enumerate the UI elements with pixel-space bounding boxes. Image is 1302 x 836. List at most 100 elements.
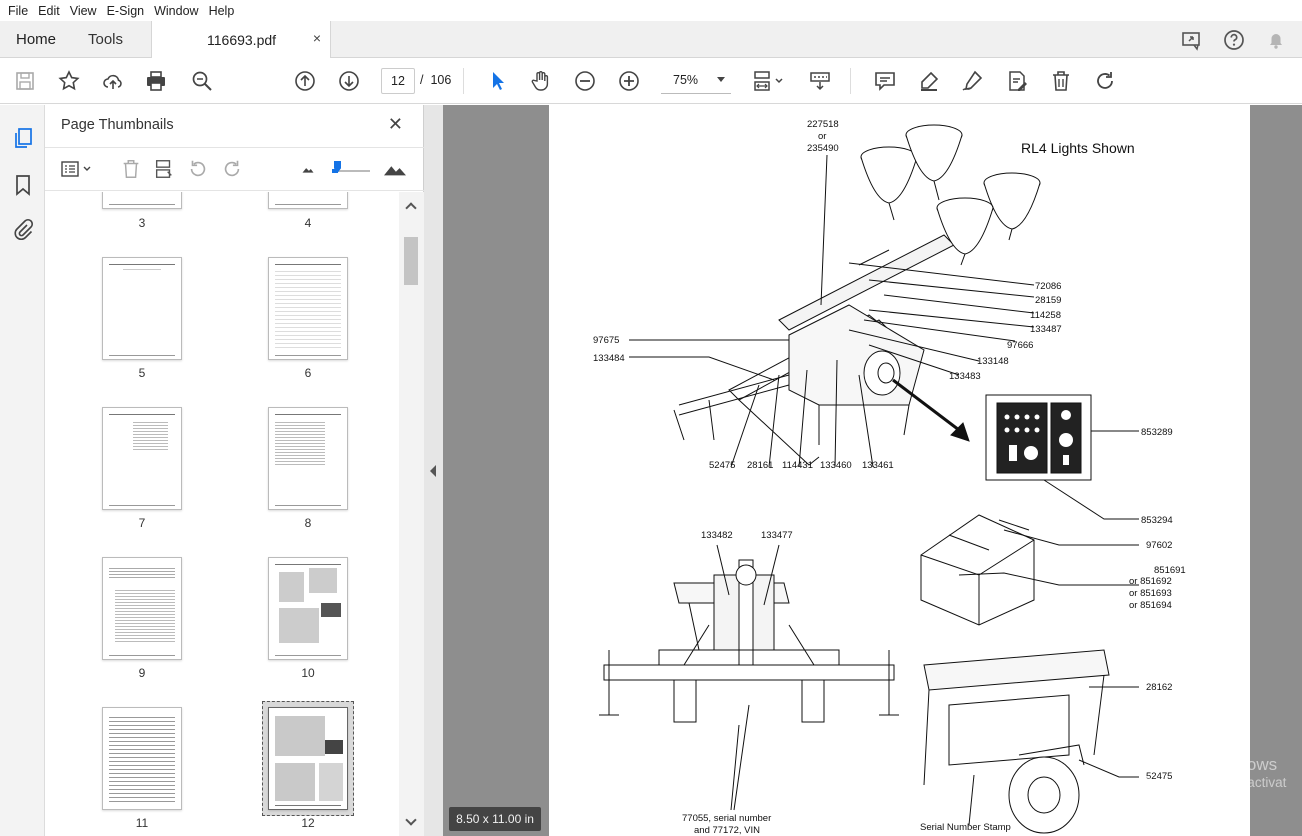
delete-page-icon[interactable] <box>120 158 142 180</box>
thumbnail-page[interactable] <box>268 407 348 510</box>
activation-watermark: Activate Windows Go to Settings to activ… <box>1143 755 1286 790</box>
thumbnail-page[interactable] <box>268 257 348 360</box>
extract-page-icon[interactable] <box>153 158 175 180</box>
menu-window[interactable]: Window <box>154 4 198 18</box>
page-fit-icon[interactable] <box>752 69 786 93</box>
scrollbar-thumb[interactable] <box>404 237 418 285</box>
select-cursor-icon[interactable] <box>486 69 510 93</box>
part-number-label: 133477 <box>761 530 793 541</box>
tab-bar: Home Tools 116693.pdf × <box>0 21 1302 58</box>
watermark-line-1: Activate Windows <box>1143 755 1278 774</box>
highlight-pen-icon[interactable] <box>917 69 941 93</box>
panel-splitter[interactable] <box>424 105 443 836</box>
thumbnail-label: 5 <box>138 366 146 380</box>
large-thumbnails-icon[interactable] <box>382 158 408 180</box>
comment-icon[interactable] <box>873 69 897 93</box>
next-page-icon[interactable] <box>337 69 361 93</box>
notification-bell-icon[interactable] <box>1264 28 1288 52</box>
thumbnail-page[interactable] <box>102 192 182 209</box>
thumbnail-page-current[interactable] <box>268 707 348 810</box>
part-number-label: 72086 <box>1035 281 1061 292</box>
draw-tool-icon[interactable] <box>960 69 984 93</box>
save-icon[interactable] <box>13 69 37 93</box>
options-menu-icon[interactable] <box>60 158 94 180</box>
part-number-label: 97666 <box>1007 340 1033 351</box>
rotate-cw-icon[interactable] <box>221 158 243 180</box>
thumbnail-label: 3 <box>138 216 146 230</box>
document-tab-title: 116693.pdf <box>207 32 277 48</box>
thumbnail-label: 12 <box>301 816 315 830</box>
menu-esign[interactable]: E-Sign <box>107 4 145 18</box>
scroll-mode-icon[interactable] <box>808 69 832 93</box>
tab-document[interactable]: 116693.pdf × <box>151 21 331 58</box>
part-number-label: 133460 <box>820 460 852 471</box>
zoom-level-value: 75% <box>673 73 699 87</box>
print-icon[interactable] <box>144 69 168 93</box>
serial-note: and 77172, VIN <box>694 825 760 836</box>
redo-rotate-icon[interactable] <box>1093 69 1117 93</box>
serial-note: 77055, serial number <box>682 813 771 824</box>
part-number-label: 114431 <box>782 460 813 471</box>
watermark-line-2: Go to Settings to activat <box>1143 775 1287 790</box>
part-number-label: or 851693 <box>1129 588 1172 599</box>
menu-bar: File Edit View E-Sign Window Help <box>0 0 1302 21</box>
thumbnail-page[interactable] <box>102 707 182 810</box>
menu-view[interactable]: View <box>70 4 97 18</box>
page-total-count: 106 <box>430 73 452 87</box>
thumbnail-list: 3 4 5 6 7 8 9 10 11 12 <box>45 192 399 836</box>
attachments-paperclip-icon[interactable] <box>11 218 35 242</box>
page-thumbnails-icon[interactable] <box>11 126 35 150</box>
page-size-indicator: 8.50 x 11.00 in <box>449 807 541 831</box>
zoom-search-icon[interactable] <box>190 69 214 93</box>
part-number-label: 133487 <box>1030 324 1062 335</box>
thumbnail-page[interactable] <box>268 557 348 660</box>
drawing-title: RL4 Lights Shown <box>1021 140 1135 156</box>
part-number-label: 28162 <box>1146 682 1172 693</box>
zoom-level-select[interactable]: 75% <box>661 68 731 94</box>
edit-text-icon[interactable] <box>1005 69 1029 93</box>
tab-home[interactable]: Home <box>16 31 56 48</box>
thumbnail-page[interactable] <box>102 257 182 360</box>
tab-tools[interactable]: Tools <box>88 31 123 48</box>
part-number-label: 227518 <box>807 119 839 130</box>
left-rail <box>0 105 45 836</box>
page-number-input[interactable]: 12 <box>381 68 415 94</box>
thumbnail-label: 4 <box>304 216 312 230</box>
bookmarks-icon[interactable] <box>11 173 35 197</box>
thumbnail-tools <box>45 147 424 191</box>
page-separator: / <box>420 73 424 87</box>
document-viewer[interactable]: 227518 or 235490 RL4 Lights Shown 72086 … <box>443 105 1302 836</box>
zoom-in-icon[interactable] <box>617 69 641 93</box>
part-number-label: 133461 <box>862 460 894 471</box>
bookmark-star-icon[interactable] <box>57 69 81 93</box>
thumbnail-page[interactable] <box>268 192 348 209</box>
thumbnail-page[interactable] <box>102 557 182 660</box>
parts-drawing: 227518 or 235490 RL4 Lights Shown 72086 … <box>593 119 1186 836</box>
close-tab-icon[interactable]: × <box>313 30 321 46</box>
previous-page-icon[interactable] <box>293 69 317 93</box>
hand-pan-icon[interactable] <box>529 69 553 93</box>
rotate-ccw-icon[interactable] <box>187 158 209 180</box>
thumbnail-label: 8 <box>304 516 312 530</box>
thumbnail-scrollbar[interactable] <box>399 192 424 836</box>
delete-trash-icon[interactable] <box>1049 69 1073 93</box>
panel-title: Page Thumbnails <box>61 117 174 133</box>
share-screen-icon[interactable] <box>1180 28 1204 52</box>
zoom-out-icon[interactable] <box>573 69 597 93</box>
collapse-arrow-icon[interactable] <box>430 465 436 477</box>
close-panel-icon[interactable]: ✕ <box>388 114 403 135</box>
part-number-label: 114258 <box>1030 310 1061 321</box>
menu-help[interactable]: Help <box>209 4 235 18</box>
help-icon[interactable] <box>1222 28 1246 52</box>
main-toolbar: 12 / 106 75% <box>0 58 1302 104</box>
small-thumbnails-icon[interactable] <box>297 158 319 180</box>
part-number-label: 851691 <box>1154 565 1186 576</box>
scroll-down-icon[interactable] <box>405 814 417 826</box>
upload-cloud-icon[interactable] <box>101 69 125 93</box>
thumbnail-page[interactable] <box>102 407 182 510</box>
menu-edit[interactable]: Edit <box>38 4 60 18</box>
menu-file[interactable]: File <box>8 4 28 18</box>
scroll-up-icon[interactable] <box>405 202 417 214</box>
part-number-label: 97675 <box>593 335 619 346</box>
part-number-label: 97602 <box>1146 540 1172 551</box>
